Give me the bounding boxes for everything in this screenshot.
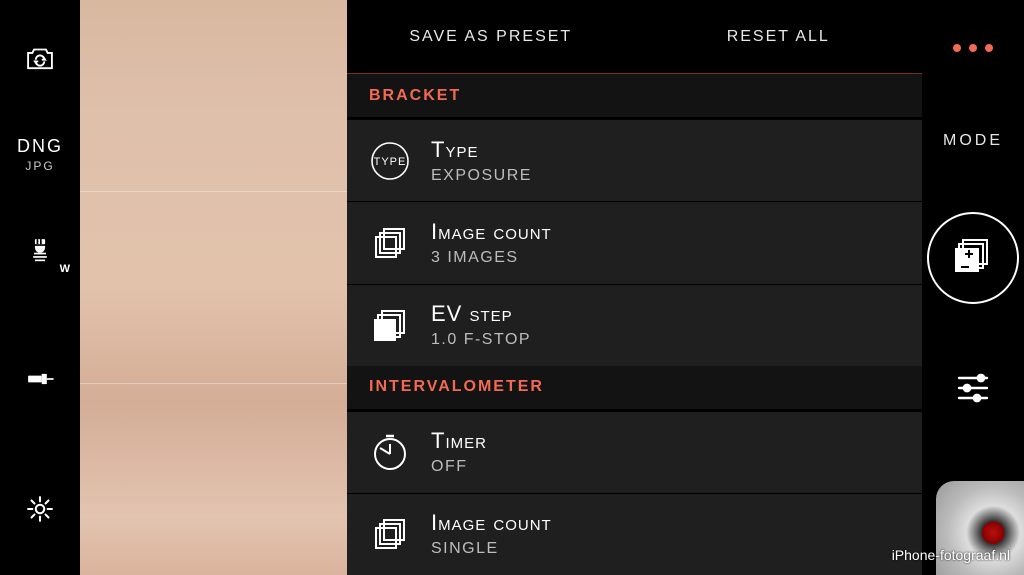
ev-stack-icon <box>367 302 413 348</box>
row-title: Image count <box>431 510 552 536</box>
row-bracket-ev-step[interactable]: EV step 1.0 F-STOP <box>347 284 922 366</box>
settings-gear-icon[interactable] <box>20 489 60 529</box>
format-line2: JPG <box>17 159 63 173</box>
type-icon: TYPE <box>367 138 413 184</box>
stack-icon <box>367 511 413 557</box>
reset-all-button[interactable]: RESET ALL <box>635 0 923 73</box>
row-bracket-type[interactable]: TYPE Type EXPOSURE <box>347 119 922 201</box>
row-title: Timer <box>431 428 487 454</box>
svg-text:TYPE: TYPE <box>374 156 407 168</box>
row-title: EV step <box>431 301 531 327</box>
timer-icon <box>367 429 413 475</box>
white-balance-icon[interactable]: W <box>20 231 60 271</box>
row-value: 3 IMAGES <box>431 249 552 267</box>
row-interval-timer[interactable]: Timer OFF <box>347 411 922 493</box>
flashlight-icon[interactable] <box>20 359 60 399</box>
sliders-icon[interactable] <box>953 368 993 408</box>
more-menu-icon[interactable] <box>953 44 993 52</box>
last-photo-thumbnail[interactable] <box>936 481 1024 575</box>
camera-switch-icon[interactable] <box>20 38 60 78</box>
wb-sub-label: W <box>60 263 70 275</box>
section-header-intervalometer: INTERVALOMETER <box>347 366 922 411</box>
settings-panel: SAVE AS PRESET RESET ALL BRACKET TYPE Ty… <box>347 0 922 575</box>
row-value: 1.0 F-STOP <box>431 331 531 349</box>
row-interval-image-count[interactable]: Image count SINGLE <box>347 493 922 575</box>
camera-viewfinder[interactable] <box>80 0 347 575</box>
row-bracket-image-count[interactable]: Image count 3 IMAGES <box>347 201 922 283</box>
row-value: OFF <box>431 458 487 476</box>
save-as-preset-button[interactable]: SAVE AS PRESET <box>347 0 635 73</box>
row-value: EXPOSURE <box>431 167 532 185</box>
row-value: SINGLE <box>431 540 552 558</box>
format-line1: DNG <box>17 136 63 157</box>
file-format-toggle[interactable]: DNG JPG <box>17 136 63 173</box>
left-toolbar: DNG JPG W <box>0 0 80 575</box>
right-toolbar: MODE <box>922 0 1024 575</box>
bracket-mode-button[interactable] <box>927 212 1019 304</box>
panel-header: SAVE AS PRESET RESET ALL <box>347 0 922 74</box>
section-header-bracket: BRACKET <box>347 74 922 119</box>
row-title: Type <box>431 137 532 163</box>
stack-icon <box>367 220 413 266</box>
mode-button[interactable]: MODE <box>943 132 1003 150</box>
row-title: Image count <box>431 219 552 245</box>
